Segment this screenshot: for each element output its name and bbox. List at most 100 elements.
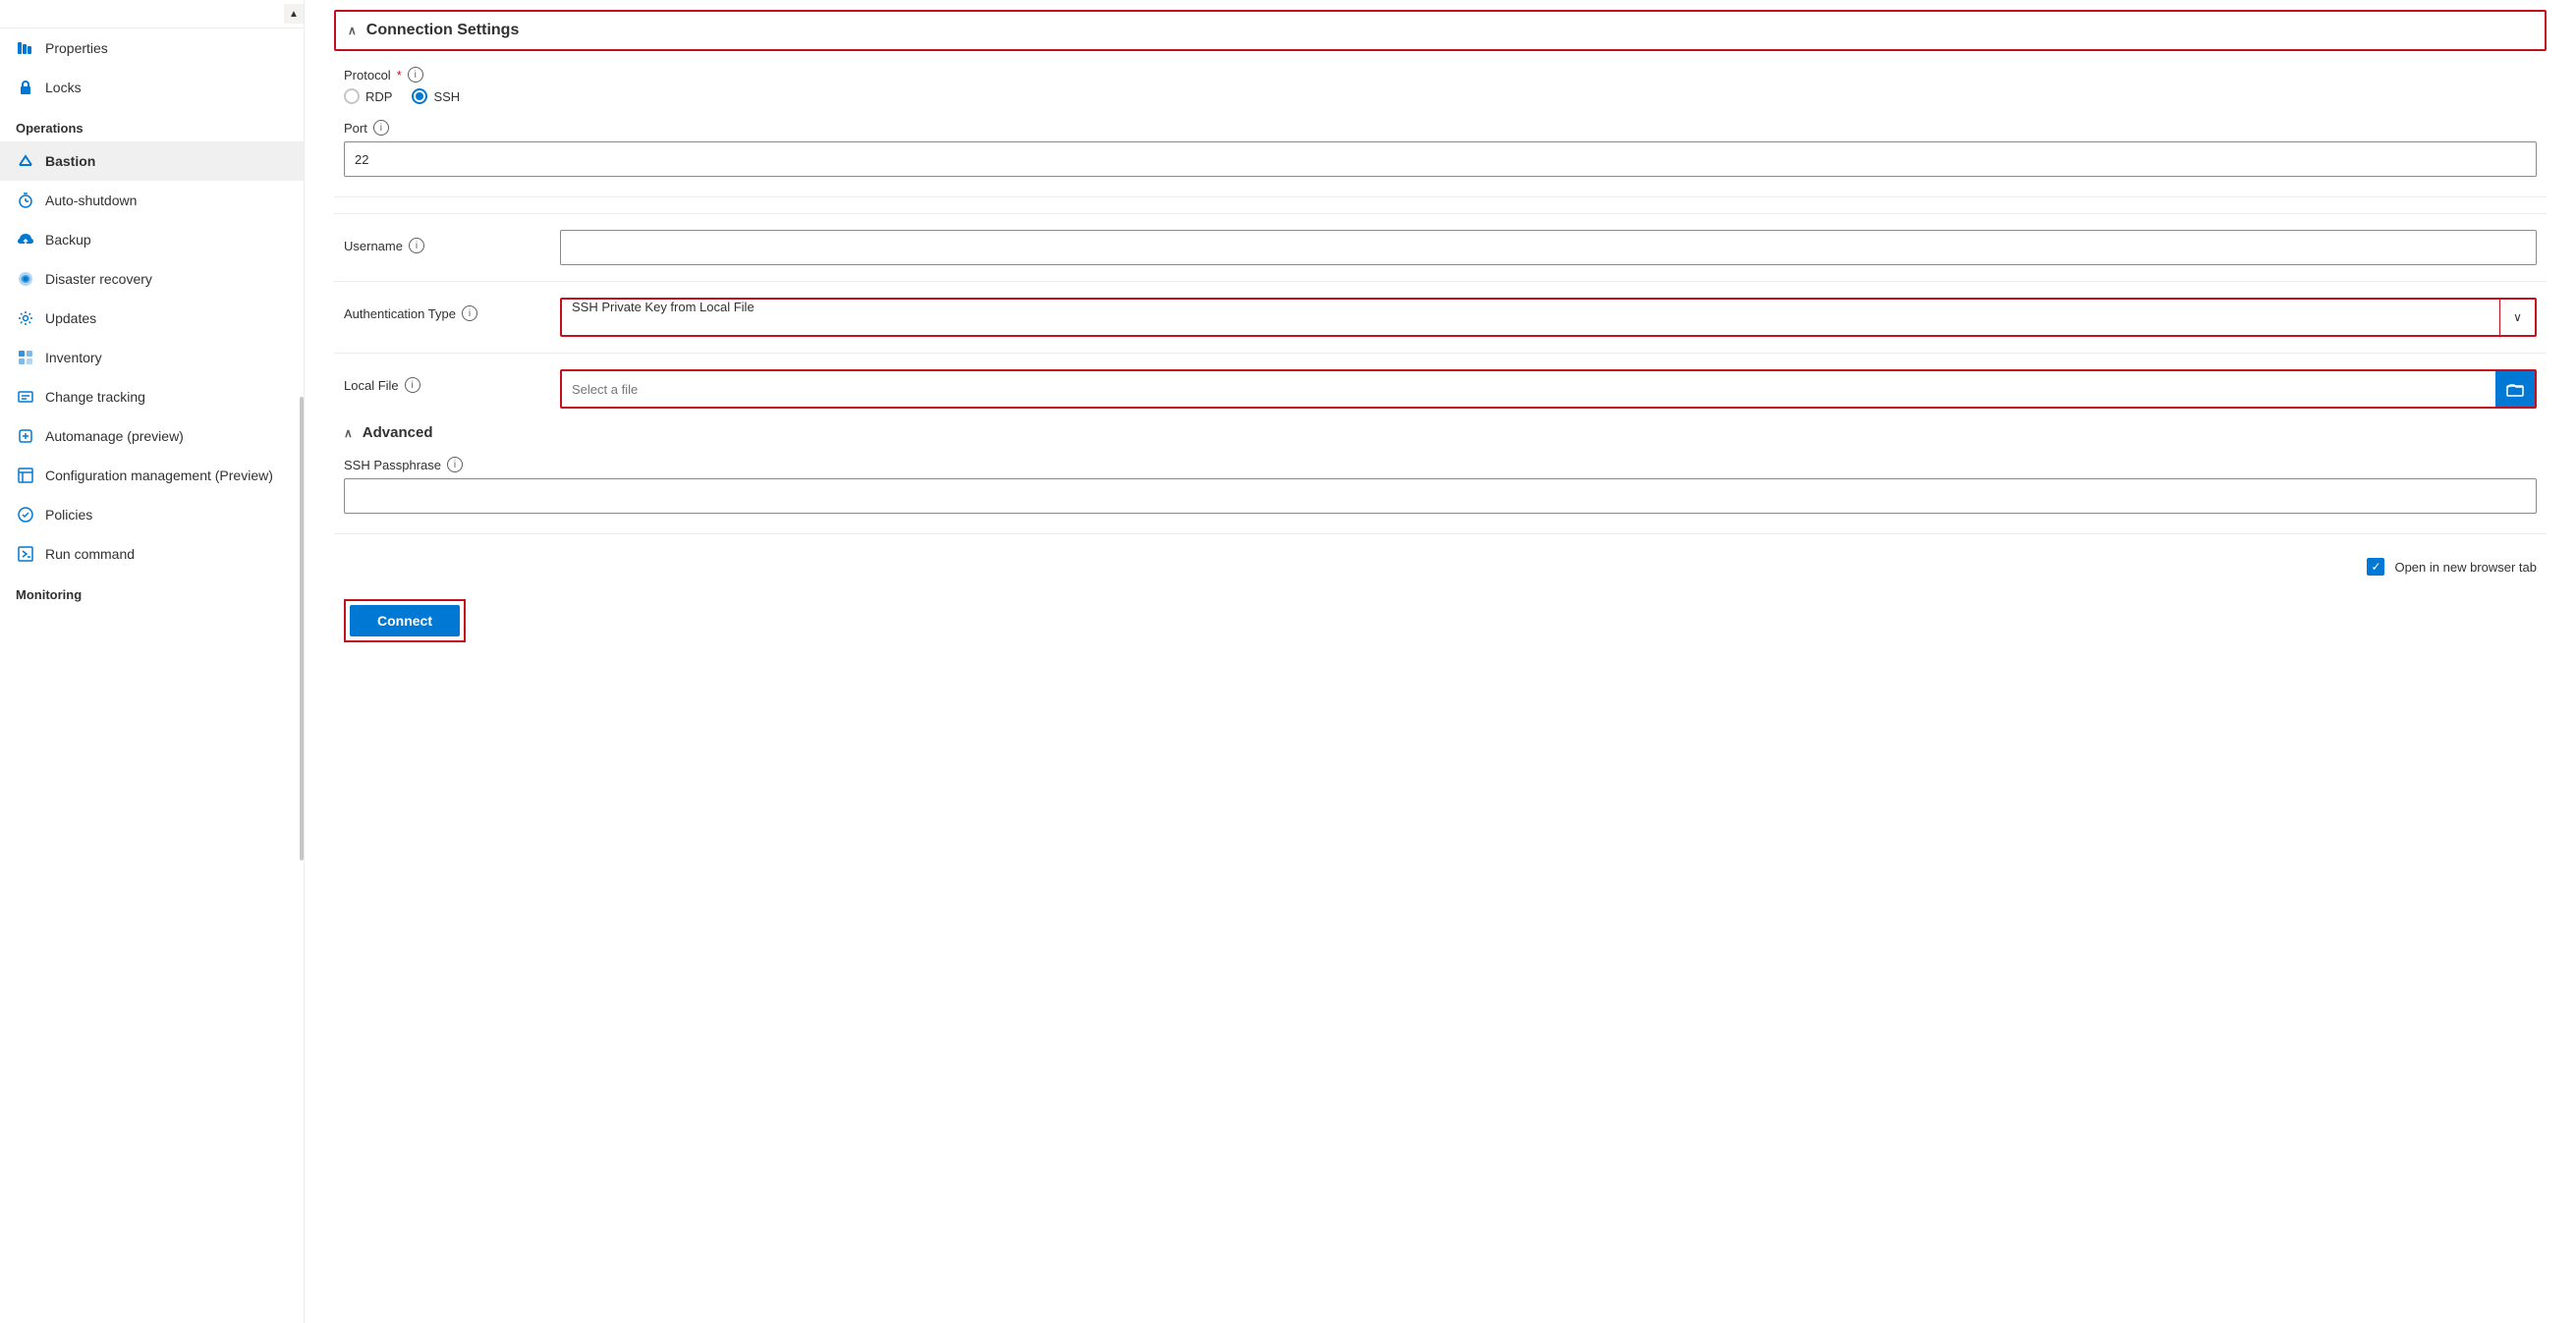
protocol-radio-group: RDP SSH bbox=[344, 88, 2537, 104]
ssh-passphrase-input[interactable] bbox=[344, 478, 2537, 514]
auth-type-dropdown-button[interactable]: ∨ bbox=[2499, 300, 2535, 335]
local-file-input-wrapper bbox=[560, 369, 2537, 409]
clock-icon bbox=[16, 191, 35, 210]
username-input-col bbox=[560, 230, 2537, 265]
auth-type-dropdown-value[interactable]: SSH Private Key from Local File bbox=[562, 300, 2499, 335]
sidebar: ▲ Properties Locks Operations bbox=[0, 0, 305, 1323]
username-input[interactable] bbox=[560, 230, 2537, 265]
protocol-label: Protocol * i bbox=[344, 67, 2537, 83]
ssh-passphrase-info-icon[interactable]: i bbox=[447, 457, 463, 472]
sidebar-item-locks[interactable]: Locks bbox=[0, 68, 304, 107]
local-file-input[interactable] bbox=[562, 371, 2495, 407]
port-group: Port i bbox=[334, 120, 2547, 177]
scroll-thumb bbox=[300, 397, 304, 859]
connect-button-area: Connect bbox=[334, 599, 2547, 642]
sidebar-item-backup-label: Backup bbox=[45, 232, 91, 248]
advanced-chevron-up-icon: ∧ bbox=[344, 426, 353, 440]
bars-icon bbox=[16, 38, 35, 58]
sidebar-item-updates[interactable]: Updates bbox=[0, 299, 304, 338]
sidebar-item-disaster-recovery-label: Disaster recovery bbox=[45, 271, 152, 287]
sidebar-item-auto-shutdown-label: Auto-shutdown bbox=[45, 193, 137, 208]
automanage-icon bbox=[16, 426, 35, 446]
inventory-icon bbox=[16, 348, 35, 367]
sidebar-item-policies-label: Policies bbox=[45, 507, 92, 523]
rdp-radio-circle bbox=[344, 88, 360, 104]
sidebar-item-backup[interactable]: Backup bbox=[0, 220, 304, 259]
port-input[interactable] bbox=[344, 141, 2537, 177]
local-file-browse-button[interactable] bbox=[2495, 371, 2535, 407]
advanced-header[interactable]: ∧ Advanced bbox=[334, 409, 2547, 441]
checkbox-check-icon: ✓ bbox=[2371, 560, 2380, 574]
main-content: ∧ Connection Settings Protocol * i RDP S… bbox=[305, 0, 2576, 1323]
sidebar-item-inventory-label: Inventory bbox=[45, 350, 102, 365]
sidebar-item-run-command[interactable]: Run command bbox=[0, 534, 304, 574]
sidebar-item-disaster-recovery[interactable]: Disaster recovery bbox=[0, 259, 304, 299]
ssh-radio-circle bbox=[412, 88, 427, 104]
ssh-radio-option[interactable]: SSH bbox=[412, 88, 460, 104]
lock-icon bbox=[16, 78, 35, 97]
connect-button-wrapper: Connect bbox=[344, 599, 466, 642]
scroll-top-button[interactable]: ▲ bbox=[284, 4, 304, 24]
connect-button[interactable]: Connect bbox=[350, 605, 460, 636]
section-divider-2 bbox=[334, 533, 2547, 534]
gear-icon bbox=[16, 308, 35, 328]
section-divider-1 bbox=[334, 196, 2547, 197]
rdp-radio-option[interactable]: RDP bbox=[344, 88, 392, 104]
auth-type-label-col: Authentication Type i bbox=[344, 298, 540, 327]
username-label: Username i bbox=[344, 238, 540, 253]
sidebar-item-run-command-label: Run command bbox=[45, 546, 135, 562]
required-star: * bbox=[397, 68, 402, 83]
auth-type-dropdown-wrapper: SSH Private Key from Local File ∨ bbox=[560, 298, 2537, 337]
local-file-input-col bbox=[560, 369, 2537, 409]
ssh-radio-label: SSH bbox=[433, 89, 460, 104]
policies-icon bbox=[16, 505, 35, 524]
scroll-top-area: ▲ bbox=[0, 0, 304, 28]
backup-icon bbox=[16, 230, 35, 249]
chevron-up-icon: ∧ bbox=[348, 24, 357, 37]
port-label: Port i bbox=[344, 120, 2537, 136]
sidebar-item-config-management[interactable]: Configuration management (Preview) bbox=[0, 456, 304, 495]
sidebar-item-change-tracking-label: Change tracking bbox=[45, 389, 145, 405]
connection-settings-title: Connection Settings bbox=[366, 22, 520, 39]
advanced-title: Advanced bbox=[363, 424, 433, 441]
sidebar-item-properties[interactable]: Properties bbox=[0, 28, 304, 68]
port-info-icon[interactable]: i bbox=[373, 120, 389, 136]
ssh-passphrase-label: SSH Passphrase i bbox=[344, 457, 2537, 472]
auth-type-info-icon[interactable]: i bbox=[462, 305, 477, 321]
config-icon bbox=[16, 466, 35, 485]
local-file-row: Local File i bbox=[334, 353, 2547, 409]
protocol-info-icon[interactable]: i bbox=[408, 67, 423, 83]
username-info-icon[interactable]: i bbox=[409, 238, 424, 253]
open-new-tab-row: ✓ Open in new browser tab bbox=[334, 558, 2547, 576]
username-label-col: Username i bbox=[344, 230, 540, 259]
run-icon bbox=[16, 544, 35, 564]
sidebar-item-bastion-label: Bastion bbox=[45, 153, 95, 169]
sidebar-item-automanage[interactable]: Automanage (preview) bbox=[0, 416, 304, 456]
sidebar-item-config-management-label: Configuration management (Preview) bbox=[45, 468, 273, 483]
sidebar-item-properties-label: Properties bbox=[45, 40, 108, 56]
disaster-icon bbox=[16, 269, 35, 289]
protocol-group: Protocol * i RDP SSH bbox=[334, 67, 2547, 104]
open-new-tab-checkbox[interactable]: ✓ bbox=[2367, 558, 2384, 576]
monitoring-section-title: Monitoring bbox=[0, 574, 304, 608]
auth-type-label: Authentication Type i bbox=[344, 305, 540, 321]
local-file-info-icon[interactable]: i bbox=[405, 377, 420, 393]
bastion-icon bbox=[16, 151, 35, 171]
operations-section-title: Operations bbox=[0, 107, 304, 141]
sidebar-item-policies[interactable]: Policies bbox=[0, 495, 304, 534]
sidebar-item-auto-shutdown[interactable]: Auto-shutdown bbox=[0, 181, 304, 220]
sidebar-item-bastion[interactable]: Bastion bbox=[0, 141, 304, 181]
auth-type-input-col: SSH Private Key from Local File ∨ bbox=[560, 298, 2537, 337]
sidebar-item-locks-label: Locks bbox=[45, 80, 82, 95]
connection-settings-header: ∧ Connection Settings bbox=[334, 10, 2547, 51]
ssh-passphrase-group: SSH Passphrase i bbox=[334, 457, 2547, 514]
sidebar-item-inventory[interactable]: Inventory bbox=[0, 338, 304, 377]
username-row: Username i bbox=[334, 213, 2547, 265]
sidebar-item-change-tracking[interactable]: Change tracking bbox=[0, 377, 304, 416]
sidebar-item-automanage-label: Automanage (preview) bbox=[45, 428, 184, 444]
rdp-radio-label: RDP bbox=[365, 89, 392, 104]
auth-type-row: Authentication Type i SSH Private Key fr… bbox=[334, 281, 2547, 337]
sidebar-item-updates-label: Updates bbox=[45, 310, 96, 326]
change-icon bbox=[16, 387, 35, 407]
open-new-tab-label: Open in new browser tab bbox=[2394, 560, 2537, 575]
